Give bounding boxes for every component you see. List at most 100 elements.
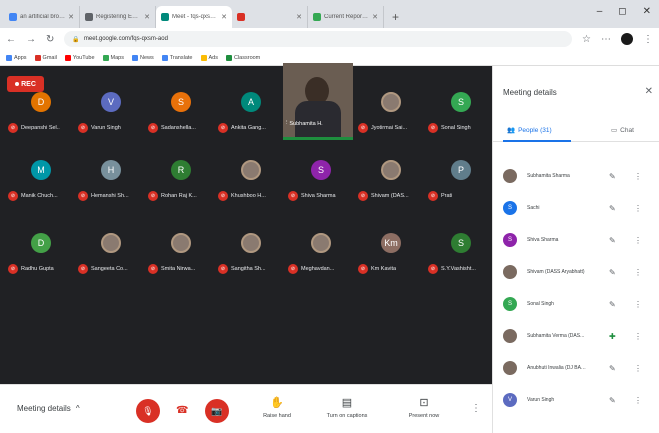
participant-tile[interactable]: Km ⊘ Km Kavita	[358, 225, 424, 277]
bookmark-item[interactable]: Ads	[200, 54, 218, 61]
mic-muted-icon[interactable]: ✎	[609, 364, 616, 373]
bookmark-item[interactable]: YouTube	[64, 54, 95, 61]
browser-tab[interactable]: Meet - fqs-qxsm-aod✕	[156, 6, 232, 28]
raise-hand-button[interactable]: ✋ Raise hand	[252, 396, 302, 419]
people-list-item[interactable]: V Varun Singh ✎ ⋮	[493, 384, 659, 416]
mic-muted-icon[interactable]: ✎	[609, 268, 616, 277]
meeting-details-button[interactable]: Meeting details ^	[17, 404, 80, 413]
participant-photo-avatar	[381, 160, 401, 180]
participant-tile[interactable]: ⊘ Meghavdan...	[288, 225, 354, 277]
tab-close-icon[interactable]: ✕	[68, 13, 74, 21]
camera-toggle-button[interactable]: 📷	[205, 399, 229, 423]
new-tab-button[interactable]: +	[384, 6, 407, 28]
participant-tile[interactable]: S ⊘ S.Y.Vashisht...	[428, 225, 494, 277]
tab-favicon-icon	[313, 13, 321, 21]
participant-tile[interactable]: ⊘ Jyotirmai Sai...	[358, 84, 424, 136]
bookmark-label: Gmail	[42, 54, 57, 61]
tab-title: Current Report 2020 Lev - Googl	[324, 14, 369, 20]
people-list-item[interactable]: Subhamita Sharma ✎ ⋮	[493, 160, 659, 192]
bookmark-item[interactable]: Maps	[102, 54, 124, 61]
participant-initial-avatar: H	[101, 160, 121, 180]
people-list-item[interactable]: S Sonal Singh ✎ ⋮	[493, 288, 659, 320]
mic-toggle-button[interactable]: 🎙	[136, 399, 160, 423]
captions-button[interactable]: ▤ Turn on captions	[322, 396, 372, 419]
participant-tile[interactable]: D ⊘ Radhu Gupta	[8, 225, 74, 277]
minimize-button[interactable]: –	[597, 6, 603, 17]
tab-close-icon[interactable]: ✕	[221, 13, 227, 21]
tab-close-icon[interactable]: ✕	[372, 13, 378, 21]
browser-tab[interactable]: Current Report 2020 Lev - Googl✕	[308, 6, 384, 28]
participant-tile[interactable]: ⊘ Sangitha Sh...	[218, 225, 284, 277]
mic-muted-icon[interactable]: ✎	[609, 236, 616, 245]
participant-tile[interactable]: ⊘ Sangeeta Co...	[78, 225, 144, 277]
leave-call-button[interactable]: ☎	[176, 405, 188, 416]
person-more-icon[interactable]: ⋮	[634, 172, 642, 181]
participant-tile[interactable]: M ⊘ Manik Chuch...	[8, 152, 74, 204]
participant-tile[interactable]: P ⊘ Prati	[428, 152, 494, 204]
person-more-icon[interactable]: ⋮	[634, 396, 642, 405]
maximize-button[interactable]: ◻	[618, 6, 626, 17]
participant-tile[interactable]: S ⊘ Sadanshella...	[148, 84, 214, 136]
mic-muted-icon: ⊘	[428, 123, 438, 133]
participant-tile[interactable]: ⊘ Smita Nirwa...	[148, 225, 214, 277]
participant-tile[interactable]: ⊘ Shivam (DAS...	[358, 152, 424, 204]
reload-icon[interactable]: ↻	[46, 34, 54, 45]
person-initial-avatar: S	[503, 233, 517, 247]
browser-menu-icon[interactable]: ⋮	[643, 34, 653, 45]
tab-people[interactable]: 👥 People (31)	[507, 126, 552, 135]
tab-close-icon[interactable]: ✕	[296, 13, 302, 21]
participant-tile[interactable]: V ⊘ Varun Singh	[78, 84, 144, 136]
mic-muted-icon[interactable]: ✎	[609, 172, 616, 181]
people-list-item[interactable]: S Shiva Sharma ✎ ⋮	[493, 224, 659, 256]
forward-icon[interactable]: →	[26, 34, 36, 45]
person-more-icon[interactable]: ⋮	[634, 300, 642, 309]
bookmark-item[interactable]: Translate	[161, 54, 193, 61]
person-more-icon[interactable]: ⋮	[634, 332, 642, 341]
people-list-item[interactable]: S Sachi ✎ ⋮	[493, 192, 659, 224]
extensions-icon[interactable]: ⋯	[601, 34, 611, 45]
person-name: Anubhuti Inwalia (DJ BAS...	[527, 365, 587, 371]
browser-tab[interactable]: Registering Ed webinar on Ms...✕	[80, 6, 156, 28]
more-options-button[interactable]: ⋮	[471, 403, 481, 414]
tab-chat[interactable]: ▭ Chat	[611, 126, 634, 135]
person-more-icon[interactable]: ⋮	[634, 364, 642, 373]
participant-tile[interactable]: R ⊘ Rohan Raj K...	[148, 152, 214, 204]
bookmark-item[interactable]: Gmail	[34, 54, 57, 61]
star-icon[interactable]: ☆	[582, 34, 591, 45]
participant-tile[interactable]: A ⊘ Ankita Gang...	[218, 84, 284, 136]
camera-off-icon: 📷	[211, 405, 223, 416]
people-list-item[interactable]: Subhamita Verma (DAS... ✚ ⋮	[493, 320, 659, 352]
mic-muted-icon[interactable]: ✎	[609, 300, 616, 309]
profile-avatar[interactable]	[621, 33, 633, 45]
browser-tab[interactable]: ✕	[232, 6, 308, 28]
participant-name: Rohan Raj K...	[161, 193, 197, 199]
raise-hand-label: Raise hand	[263, 413, 291, 419]
browser-tab[interactable]: an artificial bro - Google Search✕	[4, 6, 80, 28]
person-more-icon[interactable]: ⋮	[634, 236, 642, 245]
presenter-video-tile[interactable]: ⫶ Subhamita H.	[283, 63, 353, 140]
close-window-button[interactable]: ✕	[643, 6, 651, 17]
bookmark-icon	[34, 54, 41, 61]
participant-tile[interactable]: S ⊘ Shiva Sharma	[288, 152, 354, 204]
person-more-icon[interactable]: ⋮	[634, 268, 642, 277]
pin-icon[interactable]: ✚	[609, 332, 616, 341]
bookmark-item[interactable]: Classroom	[225, 54, 260, 61]
participant-tile[interactable]: D ⊘ Deepanshi Sel..	[8, 84, 74, 136]
people-list-item[interactable]: Anubhuti Inwalia (DJ BAS... ✎ ⋮	[493, 352, 659, 384]
tab-close-icon[interactable]: ✕	[144, 13, 150, 21]
mic-muted-icon[interactable]: ✎	[609, 204, 616, 213]
people-list-item[interactable]: Shivam (DASS Aryabhatt) ✎ ⋮	[493, 256, 659, 288]
bookmark-label: News	[140, 54, 154, 61]
bookmark-item[interactable]: News	[132, 54, 154, 61]
back-icon[interactable]: ←	[6, 34, 16, 45]
mic-muted-icon[interactable]: ✎	[609, 396, 616, 405]
participant-tile[interactable]: H ⊘ Hemanshi Sh...	[78, 152, 144, 204]
person-initial-avatar: V	[503, 393, 517, 407]
bookmark-item[interactable]: Apps	[6, 54, 27, 61]
participant-tile[interactable]: ⊘ Khushboo H...	[218, 152, 284, 204]
participant-tile[interactable]: S ⊘ Sonal Singh	[428, 84, 494, 136]
person-more-icon[interactable]: ⋮	[634, 204, 642, 213]
present-now-button[interactable]: ⊡ Present now	[399, 396, 449, 419]
close-panel-icon[interactable]: ✕	[645, 86, 653, 97]
url-field[interactable]: 🔒 meet.google.com/fqs-qxsm-aod	[64, 31, 573, 47]
